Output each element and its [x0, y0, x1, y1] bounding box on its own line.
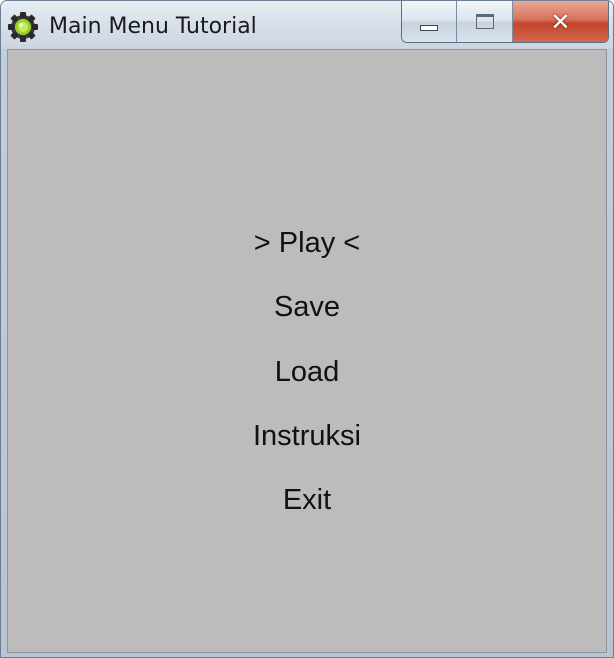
menu-item-exit[interactable]: Exit [8, 482, 606, 518]
app-window: Main Menu Tutorial ✕ > Play < Save Load … [0, 0, 614, 658]
main-menu-area: > Play < Save Load Instruksi Exit [7, 49, 607, 653]
caption-buttons: ✕ [401, 1, 609, 43]
title-bar[interactable]: Main Menu Tutorial ✕ [1, 1, 613, 49]
close-button[interactable]: ✕ [512, 1, 608, 42]
gear-icon [8, 12, 38, 42]
menu-item-load[interactable]: Load [8, 354, 606, 390]
window-title: Main Menu Tutorial [49, 14, 257, 39]
maximize-icon [475, 14, 494, 29]
minimize-button[interactable] [402, 1, 458, 42]
maximize-button[interactable] [457, 1, 513, 42]
close-icon: ✕ [550, 7, 571, 36]
menu-item-play[interactable]: > Play < [8, 225, 606, 261]
menu-item-instruksi[interactable]: Instruksi [8, 418, 606, 454]
minimize-icon [420, 24, 439, 31]
menu-item-save[interactable]: Save [8, 289, 606, 325]
